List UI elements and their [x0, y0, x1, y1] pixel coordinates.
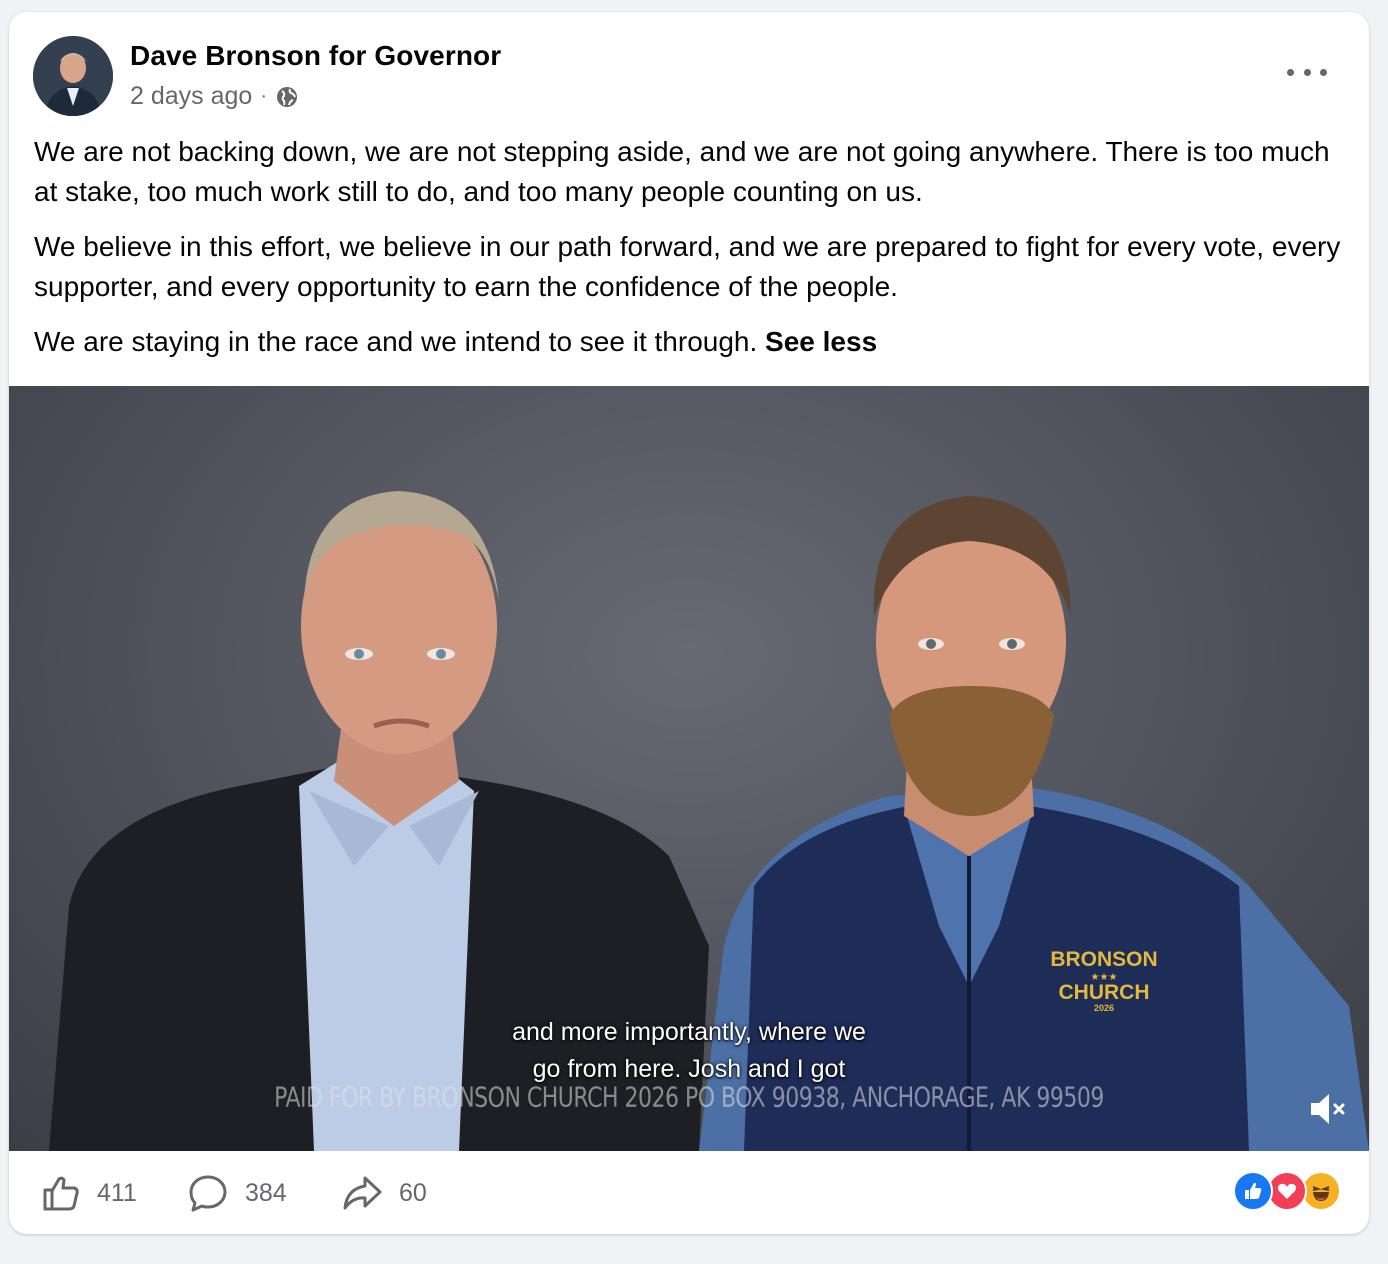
video-subtitles: and more importantly, where we go from h… [9, 1014, 1369, 1088]
post-paragraph: We are not backing down, we are not step… [34, 136, 1330, 207]
share-count: 60 [399, 1178, 427, 1207]
vest-logo-year: 2026 [1094, 1003, 1114, 1013]
vest-logo-bottom: CHURCH [1059, 981, 1150, 1004]
post-meta: 2 days ago · [130, 82, 299, 111]
post-header: Dave Bronson for Governor 2 days ago · [9, 12, 1369, 122]
meta-separator: · [260, 85, 267, 107]
see-less-link[interactable]: See less [765, 326, 877, 357]
comment-bubble-icon [189, 1175, 227, 1212]
reaction-summary[interactable] [1233, 1171, 1343, 1211]
haha-reaction-icon [1301, 1171, 1341, 1211]
post-paragraph-text: We are staying in the race and we intend… [34, 326, 758, 357]
globe-icon [277, 86, 297, 107]
vest-logo-top: BRONSON [1050, 948, 1157, 971]
share-arrow-icon [343, 1176, 382, 1210]
post-paragraph: We are staying in the race and we intend… [34, 322, 1344, 362]
more-options-button[interactable] [1287, 60, 1327, 84]
comment-count: 384 [245, 1178, 287, 1207]
post-paragraph: We believe in this effort, we believe in… [34, 231, 1341, 302]
post-actions-bar: 411 384 60 [9, 1151, 1369, 1234]
more-dot-icon [1287, 68, 1294, 76]
like-button[interactable]: 411 [41, 1171, 137, 1215]
thumbs-up-icon [43, 1176, 79, 1211]
share-button[interactable]: 60 [341, 1171, 427, 1215]
post-body: We are not backing down, we are not step… [34, 132, 1344, 377]
like-count: 411 [97, 1178, 137, 1207]
paid-for-disclaimer: PAID FOR BY BRONSON CHURCH 2026 PO BOX 9… [274, 1082, 1104, 1115]
video-player[interactable]: BRONSON ★★★ CHURCH 2026 and more importa… [9, 386, 1369, 1151]
like-reaction-icon [1233, 1171, 1273, 1211]
author-avatar[interactable] [33, 36, 113, 116]
author-name[interactable]: Dave Bronson for Governor [130, 40, 501, 72]
post-timestamp[interactable]: 2 days ago [130, 82, 252, 111]
post-card: Dave Bronson for Governor 2 days ago · W… [9, 12, 1369, 1234]
more-dot-icon [1303, 68, 1311, 76]
avatar-photo [33, 36, 113, 116]
muted-speaker-icon[interactable] [1307, 1089, 1351, 1129]
more-dot-icon [1320, 68, 1327, 76]
comment-button[interactable]: 384 [187, 1171, 287, 1215]
subtitle-line: and more importantly, where we [512, 1018, 866, 1046]
love-reaction-icon [1267, 1171, 1307, 1211]
